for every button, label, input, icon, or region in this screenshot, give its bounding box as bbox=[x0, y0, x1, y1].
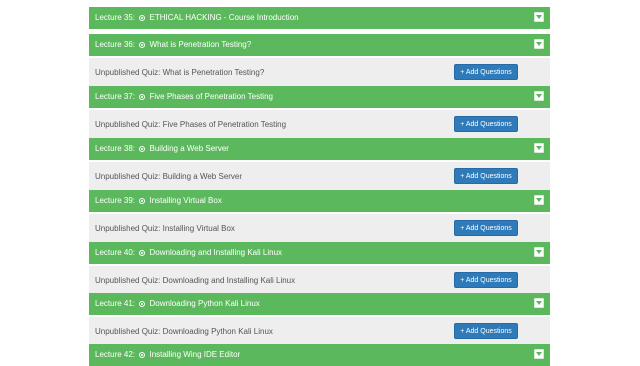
expand-toggle-icon[interactable] bbox=[534, 12, 544, 22]
quiz-title: Unpublished Quiz: Building a Web Server bbox=[95, 172, 243, 181]
lecture-number: Lecture 41: bbox=[95, 299, 136, 308]
expand-toggle-icon[interactable] bbox=[534, 143, 544, 153]
lecture-title: Building a Web Server bbox=[149, 144, 229, 153]
lecture-number: Lecture 35: bbox=[95, 13, 136, 22]
lecture-title: What is Penetration Testing? bbox=[149, 40, 252, 49]
lecture-title: Five Phases of Penetration Testing bbox=[149, 92, 273, 101]
quiz-row: Unpublished Quiz: Five Phases of Penetra… bbox=[89, 110, 550, 140]
lecture-number: Lecture 37: bbox=[95, 92, 136, 101]
quiz-title: Unpublished Quiz: Five Phases of Penetra… bbox=[95, 120, 287, 129]
lecture-status-icon bbox=[139, 301, 146, 307]
lecture-row-40[interactable]: Lecture 40: Downloading and Installing K… bbox=[89, 242, 550, 264]
lecture-number: Lecture 38: bbox=[95, 144, 136, 153]
lecture-status-icon bbox=[139, 42, 146, 48]
quiz-row: Unpublished Quiz: Installing Virtual Box… bbox=[89, 214, 550, 244]
add-questions-button[interactable]: + Add Questions bbox=[454, 323, 518, 339]
lecture-number: Lecture 36: bbox=[95, 40, 136, 49]
lecture-row-36[interactable]: Lecture 36: What is Penetration Testing? bbox=[89, 34, 550, 56]
lecture-row-38[interactable]: Lecture 38: Building a Web Server bbox=[89, 138, 550, 160]
lecture-row-37[interactable]: Lecture 37: Five Phases of Penetration T… bbox=[89, 86, 550, 108]
expand-toggle-icon[interactable] bbox=[534, 298, 544, 308]
lecture-status-icon bbox=[139, 352, 146, 358]
add-questions-button[interactable]: + Add Questions bbox=[454, 116, 518, 132]
lecture-number: Lecture 42: bbox=[95, 350, 136, 359]
quiz-row: Unpublished Quiz: Downloading and Instal… bbox=[89, 266, 550, 296]
expand-toggle-icon[interactable] bbox=[534, 195, 544, 205]
add-questions-button[interactable]: + Add Questions bbox=[454, 220, 518, 236]
lecture-row-41[interactable]: Lecture 41: Downloading Python Kali Linu… bbox=[89, 293, 550, 315]
lecture-title: Installing Wing IDE Editor bbox=[149, 350, 241, 359]
add-questions-button[interactable]: + Add Questions bbox=[454, 168, 518, 184]
add-questions-button[interactable]: + Add Questions bbox=[454, 272, 518, 288]
lecture-status-icon bbox=[139, 94, 146, 100]
expand-toggle-icon[interactable] bbox=[534, 247, 544, 257]
expand-toggle-icon[interactable] bbox=[534, 39, 544, 49]
quiz-row: Unpublished Quiz: What is Penetration Te… bbox=[89, 58, 550, 88]
quiz-title: Unpublished Quiz: Installing Virtual Box bbox=[95, 224, 235, 233]
add-questions-button[interactable]: + Add Questions bbox=[454, 64, 518, 80]
quiz-title: Unpublished Quiz: What is Penetration Te… bbox=[95, 68, 265, 77]
lecture-title: ETHICAL HACKING - Course Introduction bbox=[149, 13, 299, 22]
quiz-row: Unpublished Quiz: Building a Web Server … bbox=[89, 162, 550, 192]
quiz-title: Unpublished Quiz: Downloading Python Kal… bbox=[95, 327, 273, 336]
lecture-status-icon bbox=[139, 198, 146, 204]
lecture-status-icon bbox=[139, 250, 146, 256]
lecture-status-icon bbox=[139, 146, 146, 152]
lecture-status-icon bbox=[139, 15, 146, 21]
lecture-row-42[interactable]: Lecture 42: Installing Wing IDE Editor bbox=[89, 344, 550, 366]
quiz-title: Unpublished Quiz: Downloading and Instal… bbox=[95, 276, 296, 285]
expand-toggle-icon[interactable] bbox=[534, 91, 544, 101]
lecture-row-35[interactable]: Lecture 35: ETHICAL HACKING - Course Int… bbox=[89, 7, 550, 29]
lecture-title: Installing Virtual Box bbox=[149, 196, 222, 205]
lecture-title: Downloading Python Kali Linux bbox=[149, 299, 260, 308]
lecture-number: Lecture 40: bbox=[95, 248, 136, 257]
quiz-row: Unpublished Quiz: Downloading Python Kal… bbox=[89, 317, 550, 347]
expand-toggle-icon[interactable] bbox=[534, 349, 544, 359]
lecture-row-39[interactable]: Lecture 39: Installing Virtual Box bbox=[89, 190, 550, 212]
lecture-number: Lecture 39: bbox=[95, 196, 136, 205]
lecture-title: Downloading and Installing Kali Linux bbox=[149, 248, 283, 257]
